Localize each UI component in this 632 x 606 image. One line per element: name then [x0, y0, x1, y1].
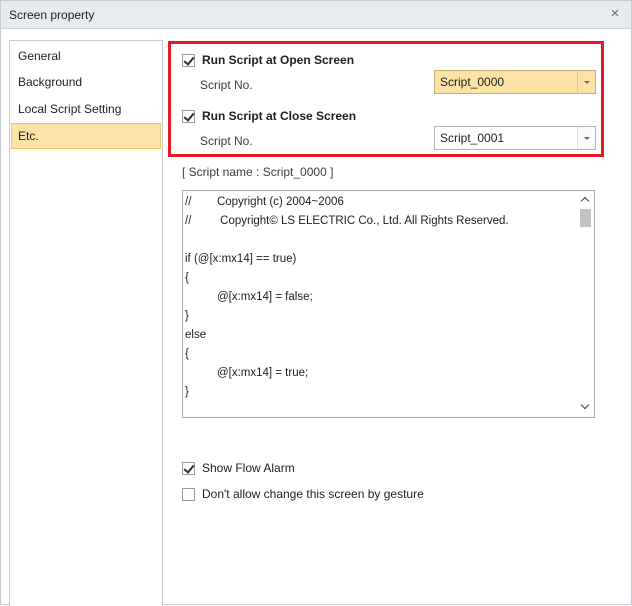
scroll-down-icon[interactable]	[581, 402, 590, 411]
checkbox-checked-icon	[182, 461, 195, 475]
code-line: }	[185, 386, 189, 398]
scroll-up-icon[interactable]	[581, 196, 590, 205]
script-name-label: [ Script name : Script_0000 ]	[182, 165, 334, 179]
run-script-open-label: Run Script at Open Screen	[202, 53, 355, 67]
checkbox-unchecked-icon	[182, 487, 195, 501]
dropdown-button[interactable]	[577, 71, 595, 93]
open-script-select[interactable]: Script_0000	[434, 70, 596, 94]
show-flow-alarm-label: Show Flow Alarm	[202, 461, 295, 475]
code-line: // Copyright© LS ELECTRIC Co., Ltd. All …	[185, 215, 509, 227]
dropdown-button[interactable]	[577, 127, 595, 149]
code-line: }	[185, 310, 189, 322]
open-script-no-label: Script No.	[200, 78, 253, 92]
close-script-select[interactable]: Script_0001	[434, 126, 596, 150]
code-line: if (@[x:mx14] == true)	[185, 253, 297, 265]
code-line: {	[185, 348, 189, 360]
nav-item-etc[interactable]: Etc.	[11, 123, 161, 149]
code-line: else	[185, 329, 207, 341]
screen-property-dialog: Screen property × General Background Loc…	[0, 0, 632, 606]
checkbox-checked-icon	[182, 109, 195, 123]
chevron-down-icon	[584, 81, 590, 84]
nav-item-background[interactable]: Background	[11, 69, 161, 95]
no-gesture-checkbox[interactable]: Don't allow change this screen by gestur…	[182, 485, 424, 503]
title-bar: Screen property ×	[1, 1, 631, 29]
run-script-open-checkbox[interactable]: Run Script at Open Screen	[182, 51, 354, 69]
code-line: // Copyright (c) 2004~2006	[185, 196, 344, 208]
close-icon[interactable]: ×	[607, 6, 623, 22]
code-line: @[x:mx14] = false;	[185, 291, 313, 303]
vertical-scrollbar[interactable]	[577, 191, 594, 417]
close-script-value: Script_0001	[440, 131, 505, 145]
dialog-title: Screen property	[9, 8, 95, 22]
script-code-viewer[interactable]: // Copyright (c) 2004~2006 // Copyright©…	[182, 190, 595, 418]
nav-item-local-script-setting[interactable]: Local Script Setting	[11, 96, 161, 122]
etc-settings-panel: Run Script at Open Screen Script No. Scr…	[163, 40, 625, 606]
code-line: {	[185, 272, 189, 284]
run-script-close-checkbox[interactable]: Run Script at Close Screen	[182, 107, 356, 125]
code-line: @[x:mx14] = true;	[185, 367, 309, 379]
show-flow-alarm-checkbox[interactable]: Show Flow Alarm	[182, 459, 295, 477]
chevron-down-icon	[584, 137, 590, 140]
checkbox-checked-icon	[182, 53, 195, 67]
no-gesture-label: Don't allow change this screen by gestur…	[202, 487, 424, 501]
category-list: General Background Local Script Setting …	[9, 40, 163, 606]
run-script-close-label: Run Script at Close Screen	[202, 109, 357, 123]
nav-item-general[interactable]: General	[11, 43, 161, 69]
open-script-value: Script_0000	[440, 75, 505, 89]
scrollbar-thumb[interactable]	[580, 209, 591, 227]
close-script-no-label: Script No.	[200, 134, 253, 148]
